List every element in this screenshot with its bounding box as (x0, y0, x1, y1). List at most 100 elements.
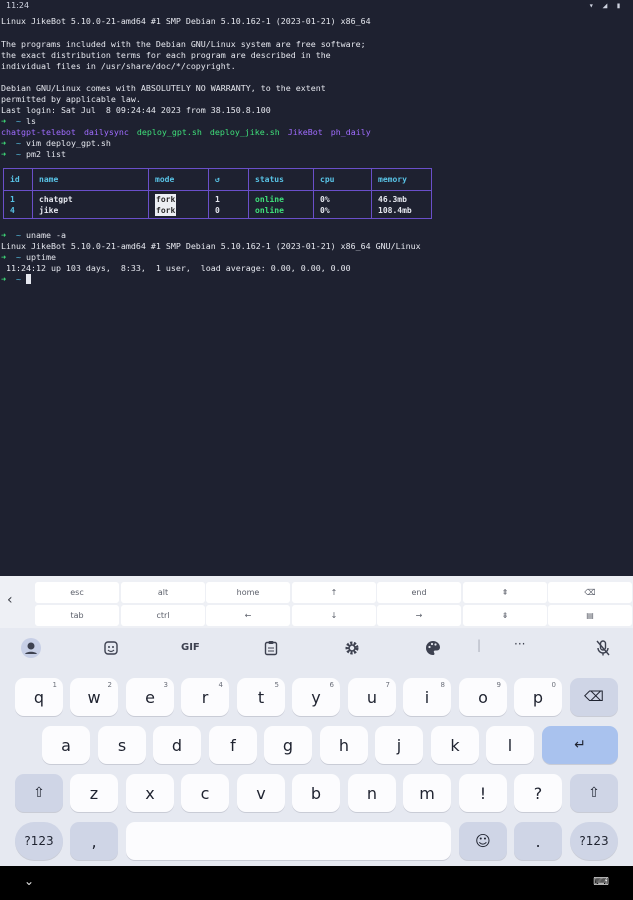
extra-key-ctrl[interactable]: ctrl (121, 605, 205, 626)
cell-name: chatgpt (39, 194, 73, 204)
palette-icon[interactable] (425, 640, 441, 659)
terminal-view[interactable]: Linux JikeBot 5.10.0-21-amd64 #1 SMP Deb… (0, 14, 633, 576)
extra-key-up[interactable]: ↑ (292, 582, 376, 603)
cell-cpu: 0% (320, 205, 330, 215)
key-s[interactable]: s (98, 726, 146, 764)
chevron-left-icon[interactable]: ‹ (7, 592, 13, 608)
key-e[interactable]: e3 (126, 678, 174, 716)
extra-key-esc[interactable]: esc (35, 582, 119, 603)
key-b[interactable]: b (292, 774, 340, 812)
prompt-arrow: ➜ (1, 252, 6, 262)
key-d[interactable]: d (153, 726, 201, 764)
symbols-key-right[interactable]: ?123 (570, 822, 618, 860)
cell-ids: 14 (3, 190, 33, 219)
chevron-down-icon[interactable]: ⌄ (24, 874, 34, 888)
key-o[interactable]: o9 (459, 678, 507, 716)
clipboard-icon[interactable] (264, 640, 278, 659)
mic-off-icon[interactable] (596, 640, 610, 659)
comma-key[interactable]: , (70, 822, 118, 860)
key-a[interactable]: a (42, 726, 90, 764)
ls-dir-item: dailysync (83, 127, 129, 137)
space-bar[interactable] (126, 822, 451, 860)
key-q[interactable]: q1 (15, 678, 63, 716)
gear-icon[interactable] (344, 640, 360, 659)
key-u[interactable]: u7 (348, 678, 396, 716)
cell-restart: 0 (215, 205, 220, 215)
key-w[interactable]: w2 (70, 678, 118, 716)
motd-line: individual files in /usr/share/doc/*/cop… (1, 61, 236, 71)
extra-key-home[interactable]: home (206, 582, 290, 603)
key-f[interactable]: f (209, 726, 257, 764)
pm2-process-table: id name mode ↺ status cpu memory 14 chat… (3, 168, 432, 219)
symbols-key-left[interactable]: ?123 (15, 822, 63, 860)
key-h[interactable]: h (320, 726, 368, 764)
cell-memories: 46.3mb 108.4mb (371, 190, 432, 219)
key-t[interactable]: t5 (237, 678, 285, 716)
key-p[interactable]: p0 (514, 678, 562, 716)
navigation-bar: ⌄ ⌨ (0, 866, 633, 900)
prompt-dir: ~ (16, 149, 21, 159)
shift-key-left[interactable]: ⇧ (15, 774, 63, 812)
assistant-icon[interactable] (20, 637, 42, 662)
backspace-key[interactable]: ⌫ (570, 678, 618, 716)
motd-line: the exact distribution terms for each pr… (1, 50, 331, 60)
cell-cpus: 0% 0% (313, 190, 372, 219)
sticker-icon[interactable] (103, 640, 119, 659)
emoji-key[interactable]: ☺ (459, 822, 507, 860)
terminal-cursor[interactable] (26, 274, 31, 284)
extra-key-alt[interactable]: alt (121, 582, 205, 603)
extra-key-end[interactable]: end (377, 582, 461, 603)
cell-cpu: 0% (320, 194, 330, 204)
shift-key-right[interactable]: ⇧ (570, 774, 618, 812)
enter-key[interactable]: ↵ (542, 726, 618, 764)
prompt-dir: ~ (16, 252, 21, 262)
key-l[interactable]: l (486, 726, 534, 764)
key-hint: 4 (218, 681, 223, 689)
key-x[interactable]: x (126, 774, 174, 812)
key-question[interactable]: ? (514, 774, 562, 812)
command-text: uname -a (26, 230, 66, 240)
terminal-header-line: Linux JikeBot 5.10.0-21-amd64 #1 SMP Deb… (1, 16, 371, 26)
key-k[interactable]: k (431, 726, 479, 764)
key-exclamation[interactable]: ! (459, 774, 507, 812)
key-i[interactable]: i8 (403, 678, 451, 716)
extra-key-down[interactable]: ↓ (292, 605, 376, 626)
extra-key-drawer[interactable]: ▤ (548, 605, 632, 626)
extra-key-delete[interactable]: ⌫ (548, 582, 632, 603)
key-m[interactable]: m (403, 774, 451, 812)
key-v[interactable]: v (237, 774, 285, 812)
gif-button[interactable]: GIF (181, 642, 200, 653)
extra-key-tab[interactable]: tab (35, 605, 119, 626)
key-label: y (311, 687, 321, 707)
key-c[interactable]: c (181, 774, 229, 812)
status-time: 11:24 (6, 1, 30, 10)
period-key[interactable]: . (514, 822, 562, 860)
cell-memory: 108.4mb (378, 205, 412, 215)
extra-key-pgup[interactable]: ⇞ (463, 582, 547, 603)
cell-statuses: online online (248, 190, 314, 219)
prompt-line-ls: ➜ ~ ls (1, 116, 36, 127)
extra-key-pgdn[interactable]: ⇟ (463, 605, 547, 626)
key-n[interactable]: n (348, 774, 396, 812)
key-g[interactable]: g (264, 726, 312, 764)
key-j[interactable]: j (375, 726, 423, 764)
cell-names: chatgpt jike (32, 190, 149, 219)
keyboard-switch-icon[interactable]: ⌨ (593, 875, 609, 888)
key-z[interactable]: z (70, 774, 118, 812)
extra-key-right[interactable]: → (377, 605, 461, 626)
prompt-line-uptime: ➜ ~ uptime (1, 252, 56, 263)
key-y[interactable]: y6 (292, 678, 340, 716)
extra-keys-bar: ‹ esc alt home ↑ end ⇞ ⌫ tab ctrl ← ↓ → … (0, 576, 633, 628)
uname-output: Linux JikeBot 5.10.0-21-amd64 #1 SMP Deb… (1, 241, 421, 251)
key-label: e (145, 687, 155, 707)
key-label: i (424, 687, 430, 707)
table-row: 14 chatgpt jike fork fork 10 online online … (3, 190, 432, 219)
command-text: pm2 list (26, 149, 66, 159)
key-label: q (33, 687, 45, 707)
more-icon[interactable]: ··· (514, 637, 525, 651)
key-r[interactable]: r4 (181, 678, 229, 716)
motd-line: permitted by applicable law. (1, 94, 141, 104)
extra-key-left[interactable]: ← (206, 605, 290, 626)
last-login-line: Last login: Sat Jul 8 09:24:44 2023 from… (1, 105, 271, 115)
key-hint: 6 (329, 681, 334, 689)
